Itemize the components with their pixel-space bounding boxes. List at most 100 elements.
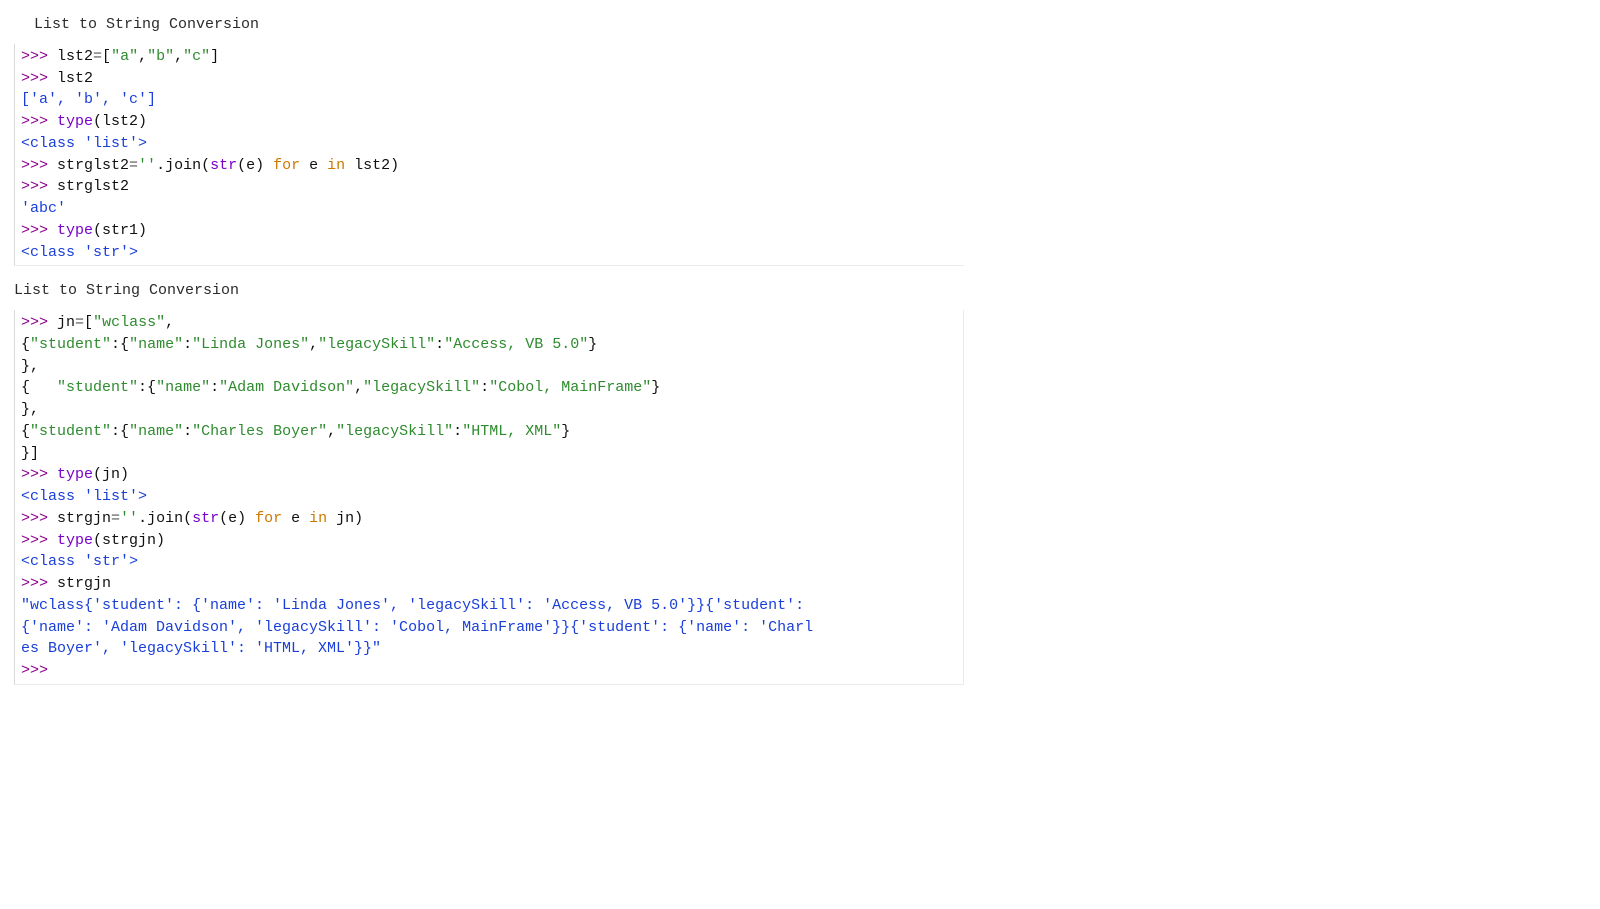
code-text: ,: [354, 379, 363, 396]
code-text: }: [588, 336, 597, 353]
code-text: [: [102, 48, 111, 65]
string-literal: "student": [57, 379, 138, 396]
code-text: {: [21, 423, 30, 440]
code-block-2: >>> jn=["wclass", {"student":{"name":"Li…: [14, 310, 964, 685]
repl-prompt: >>>: [21, 575, 57, 592]
builtin-call: str: [192, 510, 219, 527]
keyword: for: [273, 157, 300, 174]
code-text: },: [21, 358, 39, 375]
code-text: (strgjn): [93, 532, 165, 549]
repl-prompt: >>>: [21, 510, 57, 527]
code-text: :: [111, 423, 120, 440]
repl-prompt: >>>: [21, 113, 57, 130]
repl-output: <class 'list'>: [21, 135, 147, 152]
heading-2: List to String Conversion: [0, 280, 1600, 302]
repl-output: <class 'list'>: [21, 488, 147, 505]
builtin-call: type: [57, 532, 93, 549]
code-text: {: [147, 379, 156, 396]
keyword: for: [255, 510, 282, 527]
string-literal: "legacySkill": [363, 379, 480, 396]
repl-prompt: >>>: [21, 532, 57, 549]
code-text: },: [21, 401, 39, 418]
repl-prompt: >>>: [21, 662, 48, 679]
repl-output: es Boyer', 'legacySkill': 'HTML, XML'}}": [21, 640, 381, 657]
code-text: jn: [57, 314, 75, 331]
code-text: {: [120, 423, 129, 440]
repl-prompt: >>>: [21, 222, 57, 239]
code-text: e: [300, 157, 327, 174]
code-text: :: [480, 379, 489, 396]
code-text: [: [84, 314, 93, 331]
string-literal: "Access, VB 5.0": [444, 336, 588, 353]
code-text: :: [183, 423, 192, 440]
code-text: strglst2: [57, 157, 129, 174]
code-text: =: [129, 157, 138, 174]
code-text: :: [453, 423, 462, 440]
code-text: ,: [165, 314, 174, 331]
string-literal: "student": [30, 336, 111, 353]
repl-output: {'name': 'Adam Davidson', 'legacySkill':…: [21, 619, 813, 636]
code-text: {: [21, 379, 57, 396]
repl-prompt: >>>: [21, 178, 57, 195]
repl-output: ['a', 'b', 'c']: [21, 91, 156, 108]
code-text: {: [21, 336, 30, 353]
code-text: :: [435, 336, 444, 353]
code-text: (e): [219, 510, 255, 527]
code-text: (jn): [93, 466, 129, 483]
string-literal: "c": [183, 48, 210, 65]
repl-prompt: >>>: [21, 157, 57, 174]
repl-prompt: >>>: [21, 70, 57, 87]
string-literal: "HTML, XML": [462, 423, 561, 440]
page-content: List to String Conversion >>> lst2=["a",…: [0, 0, 1600, 685]
code-text: jn): [327, 510, 363, 527]
string-literal: "Linda Jones": [192, 336, 309, 353]
code-text: :: [111, 336, 120, 353]
repl-prompt: >>>: [21, 48, 57, 65]
builtin-call: type: [57, 113, 93, 130]
builtin-call: str: [210, 157, 237, 174]
string-literal: "Cobol, MainFrame": [489, 379, 651, 396]
repl-output: <class 'str'>: [21, 244, 138, 261]
repl-output: 'abc': [21, 200, 66, 217]
string-literal: "name": [129, 423, 183, 440]
code-text: :: [138, 379, 147, 396]
repl-prompt: >>>: [21, 466, 57, 483]
string-literal: "name": [156, 379, 210, 396]
code-text: =: [75, 314, 84, 331]
code-text: strgjn: [57, 575, 111, 592]
builtin-call: type: [57, 222, 93, 239]
code-text: =: [93, 48, 102, 65]
code-text: ,: [309, 336, 318, 353]
string-literal: "a": [111, 48, 138, 65]
code-block-1: >>> lst2=["a","b","c"] >>> lst2 ['a', 'b…: [14, 44, 964, 267]
string-literal: "student": [30, 423, 111, 440]
code-text: (str1): [93, 222, 147, 239]
code-text: strglst2: [57, 178, 129, 195]
code-text: ,: [138, 48, 147, 65]
code-text: =: [111, 510, 120, 527]
code-text: (lst2): [93, 113, 147, 130]
code-text: lst2: [57, 70, 93, 87]
string-literal: "b": [147, 48, 174, 65]
string-literal: "name": [129, 336, 183, 353]
code-text: :: [210, 379, 219, 396]
code-text: }: [651, 379, 660, 396]
code-text: lst2: [57, 48, 93, 65]
code-text: {: [120, 336, 129, 353]
string-literal: "legacySkill": [336, 423, 453, 440]
string-literal: "wclass": [93, 314, 165, 331]
code-text: e: [282, 510, 309, 527]
code-text: (e): [237, 157, 273, 174]
builtin-call: type: [57, 466, 93, 483]
code-text: }: [561, 423, 570, 440]
keyword: in: [309, 510, 327, 527]
repl-output: "wclass{'student': {'name': 'Linda Jones…: [21, 597, 804, 614]
string-literal: "Charles Boyer": [192, 423, 327, 440]
code-text: ,: [174, 48, 183, 65]
string-literal: '': [138, 157, 156, 174]
keyword: in: [327, 157, 345, 174]
code-text: lst2): [345, 157, 399, 174]
string-literal: "Adam Davidson": [219, 379, 354, 396]
code-text: ,: [327, 423, 336, 440]
string-literal: "legacySkill": [318, 336, 435, 353]
